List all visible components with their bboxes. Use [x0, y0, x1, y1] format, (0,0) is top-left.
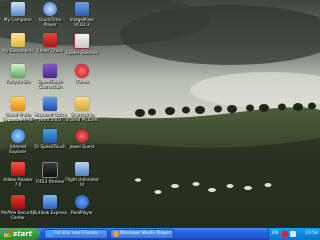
clock[interactable]: 23:54 — [305, 230, 318, 238]
desktop-icon-realplayer[interactable]: RealPlayer — [65, 195, 99, 215]
fife-icon — [42, 162, 58, 178]
desktop-icon-label: Spider Solitaire — [66, 50, 98, 55]
desktop-icon-recycle-bin[interactable]: Recycle Bin — [1, 64, 35, 84]
desktop-icon-flight-unlimited[interactable]: Flight Unlimited III — [65, 162, 99, 187]
desktop-icon-label: McAfee Security Center — [1, 210, 35, 220]
desktop-icon-ulead-photo-express[interactable]: Ulead Photo Express 3.0 SE — [1, 97, 35, 122]
desktop-icon-my-computer[interactable]: My Computer — [1, 2, 35, 22]
desktop-icon-label: Flight Unlimited III — [65, 177, 99, 187]
computer-icon — [11, 2, 25, 16]
taskbar-button-label: Fat Eric and Friends - ... — [54, 231, 107, 236]
desktop-icon-shared-pictures[interactable]: Shortcut to Shared Pictures — [65, 97, 99, 122]
jewel-quest-icon — [75, 129, 89, 143]
adobe-reader-icon — [11, 162, 25, 176]
documents-icon — [11, 33, 25, 47]
quicktime-icon — [43, 2, 57, 16]
language-indicator[interactable]: EN — [272, 230, 278, 238]
desktop-icon-label: Adobe Reader 7.0 — [3, 177, 33, 187]
realplayer-icon — [75, 195, 89, 209]
desktop-icon-label: RealPlayer — [70, 210, 94, 215]
desktop-icon-fife3-xtreme[interactable]: FIFE3 Xtreme — [33, 162, 67, 184]
recycle-bin-icon — [11, 64, 25, 78]
taskbar: start Fat Eric and Friends - ... Windows… — [0, 228, 320, 240]
shared-pictures-icon — [75, 97, 89, 111]
desktop-icon-chess-titans[interactable]: Chess Titans — [33, 33, 67, 53]
desktop-icon-label: Dr SpeedTouch — [34, 144, 66, 149]
itunes-icon — [75, 64, 89, 78]
system-tray: EN 23:54 — [268, 228, 320, 240]
flight-icon — [75, 162, 89, 176]
desktop-icon-label: My Computer — [3, 17, 33, 22]
outlook-express-icon — [43, 195, 57, 209]
desktop-icon-label: QuickTime Player — [38, 17, 62, 27]
desktop-icon-speedtouch-connection[interactable]: SpeedTouch Connection — [33, 64, 67, 89]
mcafee-tray-icon[interactable] — [282, 231, 288, 237]
desktop-icon-label: Jewel Quest — [69, 144, 95, 149]
imagemixer-icon — [75, 2, 89, 16]
mcafee-icon — [11, 195, 25, 209]
internet-explorer-icon — [11, 129, 25, 143]
desktop-icon-spider-solitaire[interactable]: Spider Solitaire — [65, 33, 99, 55]
desktop-icon-mcafee[interactable]: McAfee Security Center — [1, 195, 35, 220]
desktop-icon-quicktime[interactable]: QuickTime Player — [33, 2, 67, 27]
taskbar-button-label: Windows Media Player — [120, 231, 171, 236]
desktop-icon-label: Microsoft Office Word 2003 — [33, 112, 67, 122]
desktop-icon-dr-speedtouch[interactable]: Dr SpeedTouch — [33, 129, 67, 149]
desktop-icon-label: Outlook Express — [33, 210, 67, 215]
desktop-icon-label: Recycle Bin — [5, 79, 31, 84]
browser-icon — [47, 231, 53, 237]
desktop-icon-imagemixer[interactable]: ImageMixer VCD2 2 — [65, 2, 99, 27]
taskbar-button-media-player[interactable]: Windows Media Player — [110, 229, 174, 239]
desktop-icon-label: Shortcut to Shared Pictures — [65, 112, 99, 122]
solitaire-icon — [74, 33, 90, 49]
desktop-icon-label: FIFE3 Xtreme — [35, 179, 65, 184]
desktop-icon-internet-explorer[interactable]: Internet Explorer — [1, 129, 35, 154]
start-button[interactable]: start — [0, 228, 40, 240]
desktop-icon-word-2003[interactable]: Microsoft Office Word 2003 — [33, 97, 67, 122]
ulead-icon — [11, 97, 25, 111]
media-player-icon — [113, 231, 119, 237]
desktop-icon-label: iTunes — [75, 79, 89, 84]
chess-icon — [43, 33, 57, 47]
speedtouch-icon — [43, 64, 57, 78]
network-tray-icon[interactable] — [290, 231, 296, 237]
dr-speedtouch-icon — [43, 129, 57, 143]
desktop-icon-label: Chess Titans — [36, 48, 64, 53]
desktop-icon-label: My Documents — [2, 48, 34, 53]
desktop-icon-label: Internet Explorer — [9, 144, 27, 154]
desktop-icon-outlook-express[interactable]: Outlook Express — [33, 195, 67, 215]
desktop-icon-label: ImageMixer VCD2 2 — [69, 17, 95, 27]
taskbar-button-browser[interactable]: Fat Eric and Friends - ... — [44, 229, 108, 239]
desktop-icon-my-documents[interactable]: My Documents — [1, 33, 35, 53]
windows-logo-icon — [4, 230, 11, 237]
desktop-icon-adobe-reader[interactable]: Adobe Reader 7.0 — [1, 162, 35, 187]
word-icon — [43, 97, 57, 111]
start-label: start — [13, 230, 33, 238]
desktop-icon-label: SpeedTouch Connection — [37, 79, 63, 89]
desktop-icon-itunes[interactable]: iTunes — [65, 64, 99, 84]
desktop-icon-label: Ulead Photo Express 3.0 SE — [2, 112, 34, 122]
desktop-icon-jewel-quest[interactable]: Jewel Quest — [65, 129, 99, 149]
